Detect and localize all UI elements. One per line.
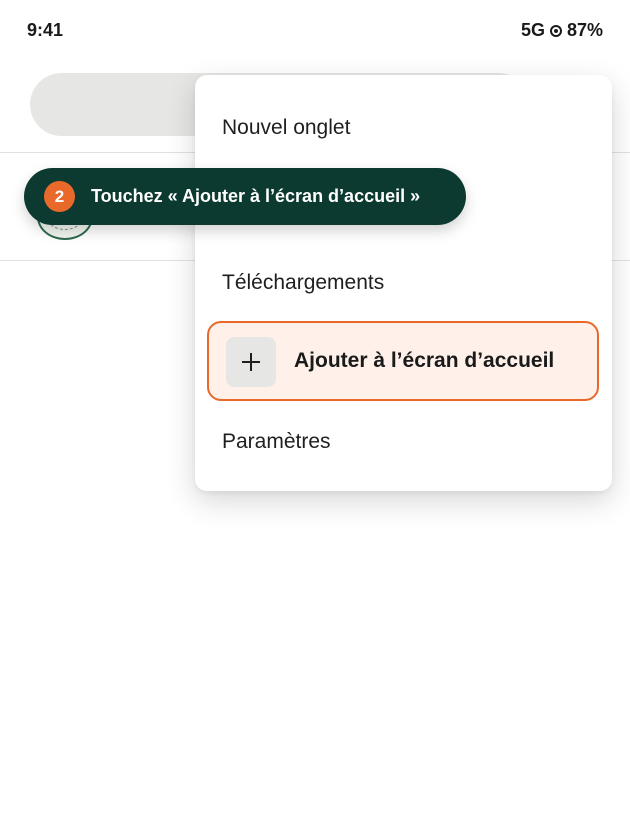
step-badge: 2 [44,181,75,212]
status-bar: 9:41 5G 87% [0,0,630,58]
instruction-tooltip: 2 Touchez « Ajouter à l’écran d’accueil … [24,168,466,225]
plus-icon [226,337,276,387]
menu-item-new-tab[interactable]: Nouvel onglet [222,116,350,140]
status-indicators: 5G 87% [521,20,603,41]
tooltip-text: Touchez « Ajouter à l’écran d’accueil » [91,186,421,206]
menu-item-downloads[interactable]: Téléchargements [222,271,384,295]
overflow-menu: Nouvel onglet Téléchargements Ajouter à … [195,75,612,491]
network-label: 5G [520,20,545,40]
circle-dot-icon [549,24,562,37]
status-time: 9:41 [27,20,64,40]
menu-item-settings[interactable]: Paramètres [222,430,331,454]
battery-level: 87% [566,20,603,40]
menu-item-add-to-home-screen[interactable]: Ajouter à l’écran d’accueil [207,321,599,401]
add-to-home-screen-label: Ajouter à l’écran d’accueil [294,349,555,372]
